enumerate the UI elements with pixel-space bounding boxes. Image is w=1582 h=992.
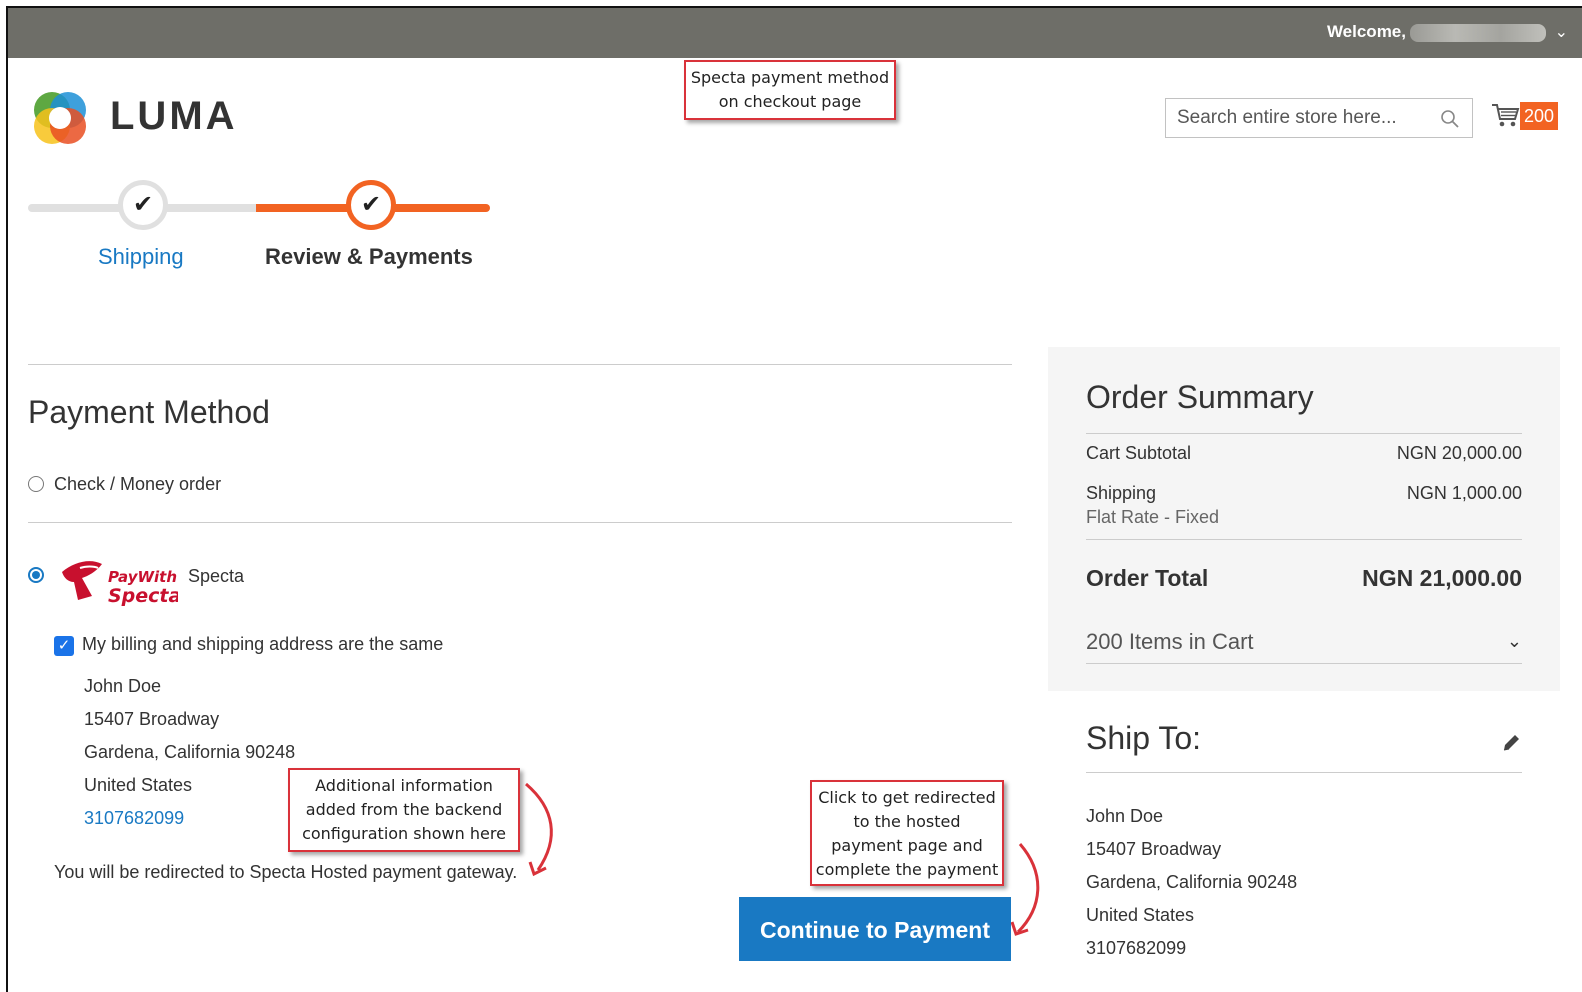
step-shipping-link[interactable]: Shipping — [98, 244, 184, 270]
shipping-label: Shipping — [1086, 483, 1157, 503]
top-header-bar: Welcome, ⌄ — [8, 8, 1582, 58]
cart-subtotal-value: NGN 20,000.00 — [1396, 443, 1522, 463]
search-input[interactable] — [1166, 99, 1436, 137]
annotation-line: payment page and — [831, 836, 983, 855]
step-review-label: Review & Payments — [265, 244, 473, 269]
annotation-line: Additional information — [315, 776, 493, 795]
specta-radio[interactable] — [28, 567, 44, 583]
specta-label[interactable]: Specta — [188, 566, 244, 587]
step-review-check-icon: ✔ — [346, 180, 396, 230]
annotation-specta-payment: Specta payment method on checkout page — [684, 60, 896, 120]
order-total-label: Order Total — [1086, 565, 1209, 591]
cart-icon[interactable] — [1490, 101, 1520, 129]
annotation-additional-info: Additional information added from the ba… — [288, 768, 520, 852]
pencil-edit-icon[interactable] — [1500, 732, 1522, 754]
annotation-line: configuration shown here — [302, 824, 506, 843]
annotation-line: added from the backend — [305, 800, 503, 819]
billing-name: John Doe — [84, 676, 162, 696]
check-money-order-label[interactable]: Check / Money order — [54, 474, 221, 495]
order-summary-title: Order Summary — [1086, 379, 1314, 415]
annotation-line: on checkout page — [718, 92, 862, 111]
annotation-line: complete the payment — [815, 860, 999, 879]
search-box — [1165, 98, 1473, 138]
redirect-note: You will be redirected to Specta Hosted … — [54, 862, 518, 882]
continue-to-payment-button[interactable]: Continue to Payment — [739, 897, 1011, 961]
browser-frame: Welcome, ⌄ LUMA Specta payment method on… — [6, 6, 1582, 992]
annotation-arrow-icon — [1010, 843, 1040, 936]
ship-to-street: 15407 Broadway — [1086, 839, 1222, 859]
paywith-specta-logo: PayWith Specta — [62, 561, 178, 607]
annotation-click-redirect: Click to get redirected to the hosted pa… — [810, 780, 1004, 886]
annotation-arrow-icon — [525, 782, 553, 877]
ship-to-title: Ship To: — [1086, 720, 1202, 756]
check-money-order-radio[interactable] — [28, 476, 44, 492]
billing-same-label[interactable]: My billing and shipping address are the … — [82, 634, 443, 655]
billing-street: 15407 Broadway — [84, 709, 220, 729]
divider — [1086, 539, 1522, 540]
annotation-line: Specta payment method — [690, 68, 890, 87]
logo-text[interactable]: LUMA — [110, 94, 238, 139]
divider — [1086, 433, 1522, 434]
billing-phone-link[interactable]: 3107682099 — [84, 808, 184, 829]
logo-text-specta: Specta — [108, 585, 178, 607]
billing-city: Gardena, California 90248 — [84, 742, 296, 762]
divider — [28, 364, 1012, 365]
billing-country: United States — [84, 775, 193, 795]
divider — [1086, 663, 1522, 664]
step-shipping-check-icon[interactable]: ✔ — [118, 180, 168, 230]
billing-same-checkbox[interactable]: ✓ — [54, 636, 74, 656]
shipping-value: NGN 1,000.00 — [1406, 483, 1522, 503]
ship-to-name: John Doe — [1086, 806, 1164, 826]
items-in-cart-toggle[interactable]: 200 Items in Cart — [1086, 629, 1254, 655]
chevron-down-icon[interactable]: ⌄ — [1507, 631, 1522, 652]
ship-to-city: Gardena, California 90248 — [1086, 872, 1298, 892]
blurred-customer-name — [1410, 24, 1546, 42]
order-summary-panel: Order Summary Cart Subtotal NGN 20,000.0… — [1048, 347, 1560, 691]
annotation-line: Click to get redirected — [818, 788, 996, 807]
order-total-value: NGN 21,000.00 — [1362, 565, 1522, 591]
ship-to-phone-link[interactable]: 3107682099 — [1086, 938, 1186, 959]
shipping-method: Flat Rate - Fixed — [1086, 507, 1220, 527]
cart-count-badge[interactable]: 200 — [1520, 102, 1558, 130]
luma-logo-icon[interactable] — [30, 88, 90, 148]
payment-method-title: Payment Method — [28, 394, 270, 430]
divider — [1086, 772, 1522, 773]
annotation-line: to the hosted — [853, 812, 961, 831]
logo-text-paywith: PayWith — [108, 568, 177, 586]
account-menu-chevron-icon[interactable]: ⌄ — [1555, 22, 1568, 42]
welcome-text: Welcome, — [1326, 22, 1406, 41]
ship-to-country: United States — [1086, 905, 1195, 925]
search-icon[interactable] — [1440, 109, 1460, 129]
cart-subtotal-label: Cart Subtotal — [1086, 443, 1192, 463]
divider — [28, 522, 1012, 523]
